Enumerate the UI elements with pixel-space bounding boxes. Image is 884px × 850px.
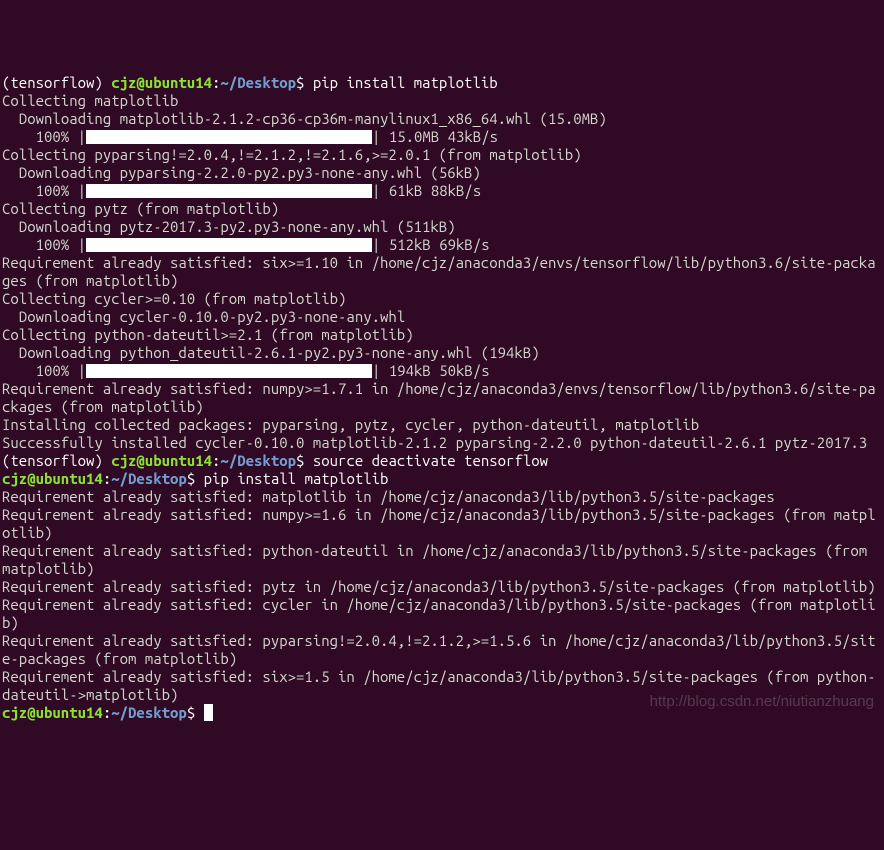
output-line: Requirement already satisfied: cycler in…	[2, 596, 876, 631]
prompt-line-4: cjz@ubuntu14:~/Desktop$	[2, 704, 213, 721]
output-line: Collecting pyparsing!=2.0.4,!=2.1.2,!=2.…	[2, 146, 582, 163]
env-name: (tensorflow)	[2, 452, 111, 469]
output-line: Collecting pytz (from matplotlib)	[2, 200, 279, 217]
prompt-line-2: (tensorflow) cjz@ubuntu14:~/Desktop$ sou…	[2, 452, 548, 469]
progress-bar-icon	[86, 238, 372, 252]
user-host: cjz@ubuntu14	[111, 74, 212, 91]
user-host: cjz@ubuntu14	[2, 704, 103, 721]
user-host: cjz@ubuntu14	[111, 452, 212, 469]
output-line: Successfully installed cycler-0.10.0 mat…	[2, 434, 867, 451]
env-name: (tensorflow)	[2, 74, 111, 91]
output-line: Requirement already satisfied: python-da…	[2, 542, 876, 577]
output-line: Requirement already satisfied: numpy>=1.…	[2, 380, 876, 415]
output-line: Requirement already satisfied: six>=1.5 …	[2, 668, 876, 703]
prompt-dollar: $	[296, 452, 313, 469]
output-line: Collecting cycler>=0.10 (from matplotlib…	[2, 290, 346, 307]
output-line: Requirement already satisfied: numpy>=1.…	[2, 506, 876, 541]
output-line: Requirement already satisfied: pytz in /…	[2, 578, 876, 595]
progress-bar-icon	[86, 364, 372, 378]
progress-line: 100% || 15.0MB 43kB/s	[2, 128, 506, 145]
terminal-output[interactable]: (tensorflow) cjz@ubuntu14:~/Desktop$ pip…	[2, 74, 882, 722]
output-line: Downloading cycler-0.10.0-py2.py3-none-a…	[2, 308, 405, 325]
cwd-path: ~/Desktop	[220, 74, 296, 91]
output-line: Requirement already satisfied: six>=1.10…	[2, 254, 876, 289]
progress-line: 100% || 512kB 69kB/s	[2, 236, 498, 253]
progress-bar-icon	[86, 130, 372, 144]
progress-line: 100% || 194kB 50kB/s	[2, 362, 498, 379]
output-line: Downloading pyparsing-2.2.0-py2.py3-none…	[2, 164, 481, 181]
output-line: Requirement already satisfied: matplotli…	[2, 488, 775, 505]
output-line: Downloading python_dateutil-2.6.1-py2.py…	[2, 344, 540, 361]
prompt-dollar: $	[187, 470, 204, 487]
output-line: Collecting python-dateutil>=2.1 (from ma…	[2, 326, 414, 343]
cwd-path: ~/Desktop	[220, 452, 296, 469]
command-text: pip install matplotlib	[204, 470, 389, 487]
user-host: cjz@ubuntu14	[2, 470, 103, 487]
cwd-path: ~/Desktop	[111, 470, 187, 487]
progress-bar-icon	[86, 184, 372, 198]
prompt-line-3: cjz@ubuntu14:~/Desktop$ pip install matp…	[2, 470, 388, 487]
output-line: Downloading pytz-2017.3-py2.py3-none-any…	[2, 218, 456, 235]
prompt-dollar: $	[187, 704, 204, 721]
colon: :	[103, 704, 111, 721]
progress-line: 100% || 61kB 88kB/s	[2, 182, 490, 199]
colon: :	[103, 470, 111, 487]
cursor-icon[interactable]	[204, 704, 213, 721]
output-line: Installing collected packages: pyparsing…	[2, 416, 699, 433]
prompt-line-1: (tensorflow) cjz@ubuntu14:~/Desktop$ pip…	[2, 74, 498, 91]
command-text: pip install matplotlib	[313, 74, 498, 91]
command-text: source deactivate tensorflow	[313, 452, 548, 469]
prompt-dollar: $	[296, 74, 313, 91]
output-line: Downloading matplotlib-2.1.2-cp36-cp36m-…	[2, 110, 607, 127]
cwd-path: ~/Desktop	[111, 704, 187, 721]
output-line: Requirement already satisfied: pyparsing…	[2, 632, 876, 667]
output-line: Collecting matplotlib	[2, 92, 178, 109]
